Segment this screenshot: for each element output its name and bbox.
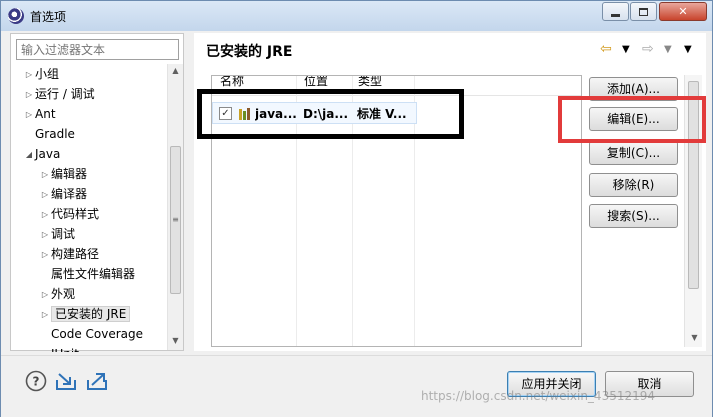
tree-item[interactable]: ▷ 代码样式 [39, 204, 99, 224]
expand-arrow-icon[interactable]: ▷ [23, 105, 35, 125]
minimize-button[interactable] [602, 2, 629, 21]
close-icon: ✕ [678, 5, 688, 18]
page-scroll-down-icon[interactable]: ▼ [687, 333, 702, 342]
tree-item[interactable]: ▷ 已安装的 JRE [39, 304, 131, 325]
tree-item-label: 编辑器 [51, 167, 88, 181]
tree-item-label: 代码样式 [51, 207, 100, 221]
expand-arrow-icon[interactable]: ▷ [23, 65, 35, 85]
tree-item[interactable]: ▷ 编译器 [39, 184, 87, 204]
eclipse-icon [8, 8, 24, 24]
back-dropdown-icon[interactable]: ▼ [622, 44, 630, 55]
help-icon[interactable]: ? [25, 370, 47, 392]
search-jre-button[interactable]: 搜索(S)... [589, 204, 678, 228]
expand-arrow-icon[interactable]: ▷ [39, 165, 51, 185]
tree-item[interactable]: ▷ 小组 [23, 64, 59, 84]
view-menu-icon[interactable]: ▼ [684, 44, 692, 55]
window-title: 首选项 [30, 10, 67, 24]
minimize-icon [611, 13, 620, 17]
tree-item-label: Code Coverage [51, 327, 144, 341]
tree-item-label: Java [35, 147, 61, 161]
tree-item[interactable]: 属性文件编辑器 [39, 264, 135, 284]
expand-arrow-icon[interactable]: ▷ [39, 225, 51, 245]
tree-item-label: 已安装的 JRE [51, 306, 131, 322]
expand-arrow-icon[interactable]: ▷ [39, 185, 51, 205]
annotation-box-black [197, 89, 464, 139]
tree-item[interactable]: Gradle [23, 124, 75, 144]
tree-item-label: 小组 [35, 67, 60, 81]
tree-item[interactable]: Code Coverage [39, 324, 143, 344]
preferences-tree: ▷ 小组 ▷ 运行 / 调试 ▷ Ant Gradle ◢ Java ▷ 编辑器 ▷ 编译器 ▷ 代码样式 ▷… [11, 64, 167, 352]
tree-item-label: 构建路径 [51, 247, 100, 261]
collapse-arrow-icon[interactable]: ◢ [23, 145, 35, 165]
scroll-up-arrow-icon[interactable]: ▲ [168, 66, 183, 75]
column-header-location[interactable]: 位置 [304, 76, 354, 88]
tree-scrollbar[interactable]: ▲ ≡ ▼ [167, 64, 183, 350]
export-icon[interactable] [86, 370, 108, 392]
tree-item-label: 调试 [51, 227, 76, 241]
close-button[interactable]: ✕ [659, 2, 707, 21]
tree-item-label: 编译器 [51, 187, 88, 201]
maximize-button[interactable] [630, 2, 657, 21]
tree-item-label: 属性文件编辑器 [51, 267, 136, 281]
tree-item-label: Ant [35, 107, 56, 121]
tree-item-label: JUnit [51, 347, 79, 352]
expand-arrow-icon[interactable]: ▷ [39, 285, 51, 305]
scroll-thumb[interactable]: ≡ [170, 146, 181, 294]
copy-jre-button[interactable]: 复制(C)... [589, 141, 678, 165]
watermark-text: https://blog.csdn.net/weixin_43512194 [421, 389, 656, 403]
filter-input[interactable] [16, 39, 179, 60]
annotation-box-red [558, 96, 706, 143]
page-title: 已安装的 JRE [206, 44, 293, 60]
svg-text:?: ? [33, 375, 40, 389]
tree-item[interactable]: ▷ 运行 / 调试 [23, 84, 95, 104]
preferences-window: 首选项 ✕ ▷小组▷运行 / 调试▷AntGradle◢Java▷编辑器▷编译器… [0, 0, 713, 417]
import-icon[interactable] [55, 370, 77, 392]
expand-arrow-icon[interactable]: ▷ [39, 245, 51, 265]
scroll-down-arrow-icon[interactable]: ▼ [168, 336, 183, 345]
dialog-footer: ? 应用并关闭 取消 [1, 355, 712, 417]
title-bar: 首选项 ✕ [1, 1, 712, 31]
column-header-name[interactable]: 名称 [220, 76, 290, 88]
tree-item[interactable]: ▷ 编辑器 [39, 164, 87, 184]
tree-item[interactable]: ▷ Ant [23, 104, 56, 124]
remove-jre-button[interactable]: 移除(R) [589, 173, 678, 197]
tree-item[interactable]: ◢ Java [23, 144, 60, 164]
tree-item-label: 运行 / 调试 [35, 87, 95, 101]
tree-item[interactable]: ▷ 调试 [39, 224, 75, 244]
back-arrow-icon[interactable]: ⇦ [600, 41, 612, 57]
expand-arrow-icon[interactable]: ▷ [39, 305, 51, 325]
expand-arrow-icon[interactable]: ▷ [39, 205, 51, 225]
tree-item[interactable]: JUnit [39, 344, 79, 352]
forward-dropdown-icon[interactable]: ▼ [664, 44, 672, 55]
expand-arrow-icon[interactable]: ▷ [23, 85, 35, 105]
tree-item[interactable]: ▷ 外观 [39, 284, 75, 304]
tree-item-label: 外观 [51, 287, 76, 301]
forward-arrow-icon[interactable]: ⇨ [642, 41, 654, 57]
maximize-icon [639, 8, 648, 16]
column-header-type[interactable]: 类型 [358, 76, 408, 88]
tree-item-label: Gradle [35, 127, 75, 141]
tree-item[interactable]: ▷ 构建路径 [39, 244, 99, 264]
preferences-nav-panel: ▷小组▷运行 / 调试▷AntGradle◢Java▷编辑器▷编译器▷代码样式▷… [10, 33, 184, 352]
